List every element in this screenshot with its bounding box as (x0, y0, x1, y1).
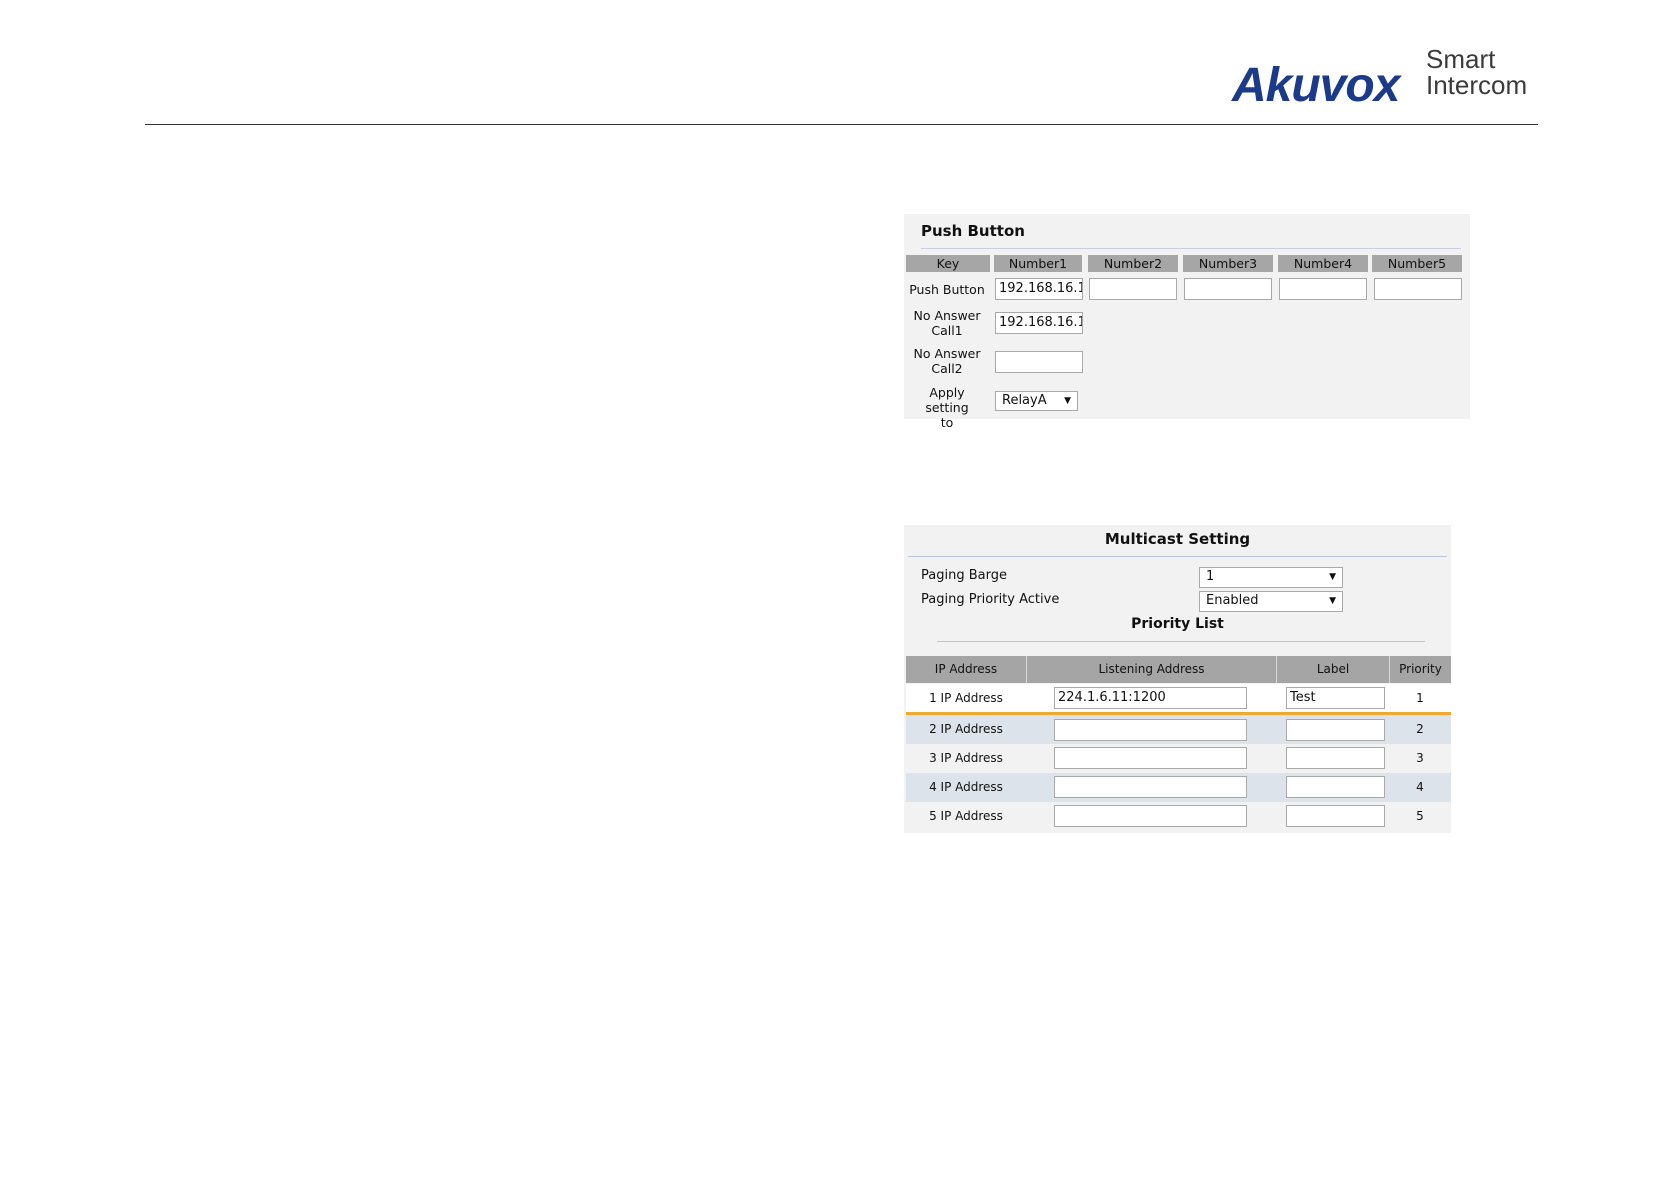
multicast-setting-panel: Multicast Setting Paging Barge 1 ▼ Pagin… (904, 525, 1451, 833)
label-input[interactable] (1286, 747, 1385, 769)
table-row: 5 IP Address 5 (906, 802, 1451, 831)
no-answer-call1-input[interactable]: 192.168.16.11 (995, 312, 1083, 334)
column-header-ip-address: IP Address (934, 662, 998, 676)
priority-value: 5 (1416, 809, 1424, 823)
push-button-number4-input[interactable] (1279, 278, 1367, 300)
push-button-number1-input[interactable]: 192.168.16.11 (995, 278, 1083, 300)
push-button-title: Push Button (921, 222, 1025, 240)
listening-address-input[interactable]: 224.1.6.11:1200 (1054, 687, 1247, 709)
chevron-down-icon: ▼ (1329, 572, 1336, 582)
label-input[interactable] (1286, 719, 1385, 741)
paging-barge-value: 1 (1206, 569, 1215, 584)
no-answer-call1-label: No Answer Call1 (913, 308, 981, 338)
chevron-down-icon: ▼ (1064, 396, 1071, 406)
ip-address-label: 2 IP Address (929, 722, 1003, 736)
table-row: 2 IP Address 2 (906, 715, 1451, 744)
table-row: 1 IP Address 224.1.6.11:1200 Test 1 (906, 684, 1451, 713)
paging-barge-label: Paging Barge (921, 568, 1007, 583)
column-header-number1: Number1 (994, 255, 1082, 272)
column-header-key: Key (906, 255, 990, 272)
table-row: 3 IP Address 3 (906, 744, 1451, 773)
listening-address-input[interactable] (1054, 747, 1247, 769)
push-button-row-label: Push Button (909, 282, 985, 297)
priority-table-header: IP Address Listening Address Label Prior… (906, 656, 1451, 683)
akuvox-logo: Akuvox Smart Intercom (1232, 46, 1542, 112)
push-button-number5-input[interactable] (1374, 278, 1462, 300)
push-button-number3-input[interactable] (1184, 278, 1272, 300)
priority-value: 2 (1416, 722, 1424, 736)
no-answer-call2-label: No Answer Call2 (913, 346, 981, 376)
column-header-number3: Number3 (1183, 255, 1273, 272)
title-divider (921, 248, 1461, 249)
priority-value: 4 (1416, 780, 1424, 794)
ip-address-label: 5 IP Address (929, 809, 1003, 823)
apply-setting-label: Apply setting to (925, 385, 969, 430)
header-divider (145, 124, 1538, 125)
column-header-listening-address: Listening Address (1098, 662, 1205, 676)
ip-address-label: 4 IP Address (929, 780, 1003, 794)
label-input[interactable] (1286, 776, 1385, 798)
priority-value: 3 (1416, 751, 1424, 765)
listening-address-input[interactable] (1054, 776, 1247, 798)
column-header-priority: Priority (1399, 662, 1442, 676)
push-button-number2-input[interactable] (1089, 278, 1177, 300)
ip-address-label: 3 IP Address (929, 751, 1003, 765)
paging-barge-select[interactable]: 1 ▼ (1199, 567, 1343, 588)
push-button-panel: Push Button Key Number1 Number2 Number3 … (904, 214, 1470, 430)
multicast-title: Multicast Setting (1104, 530, 1251, 548)
paging-priority-active-label: Paging Priority Active (921, 592, 1060, 607)
ip-address-label: 1 IP Address (929, 691, 1003, 705)
apply-setting-value: RelayA (1002, 393, 1047, 408)
listening-address-input[interactable] (1054, 805, 1247, 827)
chevron-down-icon: ▼ (1329, 596, 1336, 606)
column-header-number4: Number4 (1278, 255, 1368, 272)
priority-list-title: Priority List (1131, 616, 1224, 632)
column-header-number5: Number5 (1372, 255, 1462, 272)
no-answer-call2-input[interactable] (995, 351, 1083, 373)
apply-setting-select[interactable]: RelayA ▼ (995, 391, 1078, 411)
column-header-label: Label (1316, 662, 1350, 676)
table-row: 4 IP Address 4 (906, 773, 1451, 802)
tagline-line2: Intercom (1426, 70, 1528, 100)
title-divider (908, 556, 1447, 557)
listening-address-input[interactable] (1054, 719, 1247, 741)
column-header-number2: Number2 (1088, 255, 1178, 272)
priority-list-divider (937, 641, 1425, 642)
label-input[interactable]: Test (1286, 687, 1385, 709)
brand-name: Akuvox (1232, 59, 1400, 112)
paging-priority-active-value: Enabled (1206, 593, 1259, 608)
brand-tagline: Smart Intercom (1426, 46, 1527, 98)
paging-priority-active-select[interactable]: Enabled ▼ (1199, 591, 1343, 612)
priority-value: 1 (1416, 691, 1424, 705)
label-input[interactable] (1286, 805, 1385, 827)
